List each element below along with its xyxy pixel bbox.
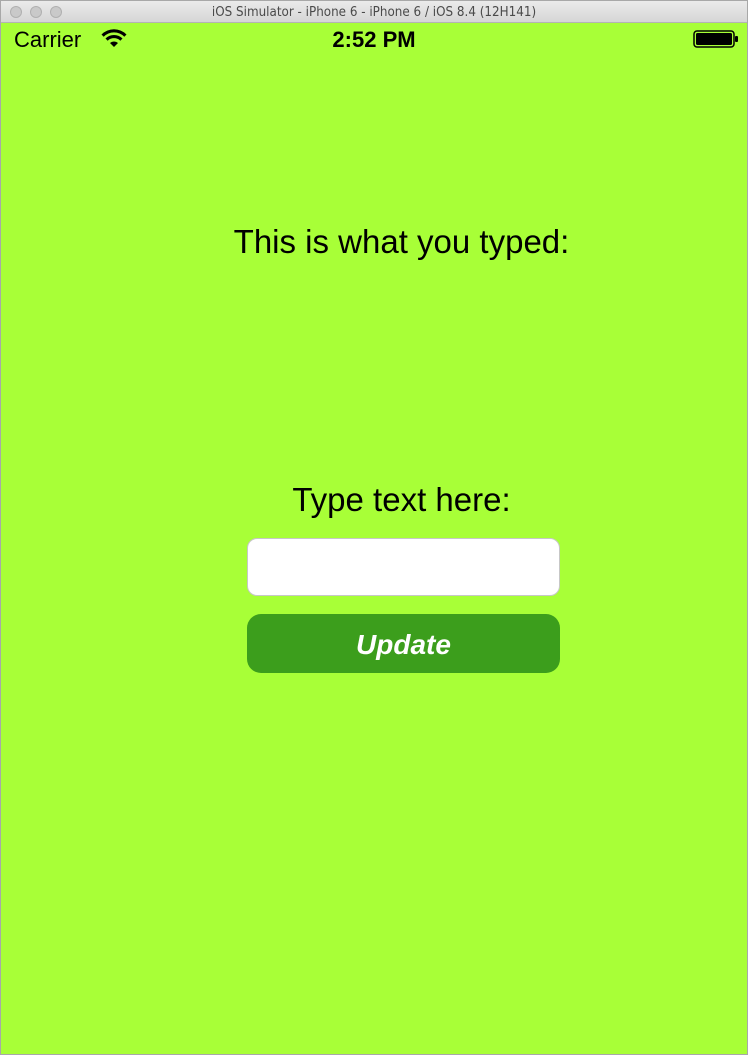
status-bar: Carrier 2:52 PM <box>1 23 747 57</box>
status-time: 2:52 PM <box>332 27 416 52</box>
battery-icon <box>693 30 738 48</box>
app-screen: Carrier 2:52 PM This is what you typed: … <box>1 23 747 1054</box>
simulator-window: iOS Simulator - iPhone 6 - iPhone 6 / iO… <box>0 0 748 1055</box>
window-titlebar: iOS Simulator - iPhone 6 - iPhone 6 / iO… <box>1 1 747 23</box>
close-window-button[interactable] <box>10 6 22 18</box>
typed-text-output-label: This is what you typed: <box>233 223 570 260</box>
text-input-field[interactable] <box>247 538 560 596</box>
update-button[interactable]: Update <box>247 614 560 673</box>
window-title: iOS Simulator - iPhone 6 - iPhone 6 / iO… <box>211 5 537 20</box>
type-text-label: Type text here: <box>292 481 511 518</box>
